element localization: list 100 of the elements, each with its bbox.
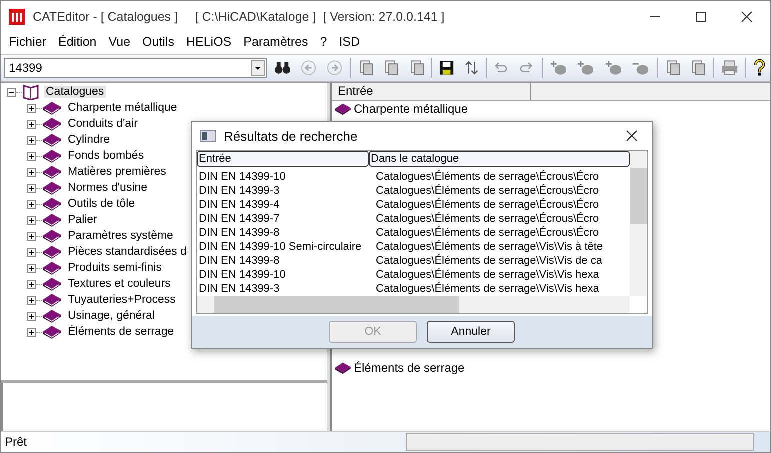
- column-header[interactable]: Dans le catalogue: [369, 151, 630, 167]
- table-cell-text: DIN EN 14399-3: [198, 282, 281, 296]
- table-cell-text: DIN EN 14399-10 Semi-circulaire: [198, 240, 363, 254]
- tree-item[interactable]: Outils de tôle: [66, 198, 138, 210]
- menu-item[interactable]: ISD: [333, 35, 366, 49]
- book-icon: [42, 228, 62, 244]
- expand-icon[interactable]: [27, 152, 36, 160]
- book-icon: [42, 260, 62, 276]
- expand-icon[interactable]: [27, 184, 36, 192]
- book-icon: [42, 292, 62, 308]
- tree-item[interactable]: Textures et couleurs: [66, 278, 173, 290]
- book-icon: [42, 196, 62, 212]
- table-cell-text: Catalogues\Éléments de serrage\Écrous\Écro: [375, 212, 600, 226]
- book-icon: [42, 180, 62, 196]
- status-text: Prêt: [4, 435, 28, 449]
- expand-icon[interactable]: [27, 312, 36, 320]
- expand-icon[interactable]: [27, 232, 36, 240]
- sort-icon[interactable]: [464, 60, 479, 76]
- add-icon[interactable]: [577, 60, 595, 76]
- add-icon[interactable]: [550, 60, 568, 76]
- book-icon: [42, 164, 62, 180]
- tree-item[interactable]: Éléments de serrage: [66, 326, 176, 338]
- table-cell-text: DIN EN 14399-8: [198, 254, 281, 268]
- close-icon[interactable]: [741, 10, 753, 22]
- open-book-icon: [22, 84, 40, 100]
- tree-item[interactable]: Cylindre: [66, 134, 112, 146]
- table-cell-text: DIN EN 14399-4: [198, 198, 281, 212]
- table-cell-text: DIN EN 14399-7: [198, 212, 281, 226]
- menu-item[interactable]: Vue: [102, 35, 137, 49]
- table-cell-text: DIN EN 14399-10: [198, 268, 287, 282]
- app-icon: [9, 8, 25, 24]
- print-icon[interactable]: [720, 60, 738, 76]
- book-icon: [42, 100, 62, 116]
- menu-item[interactable]: Édition: [52, 35, 103, 49]
- table-cell-text: Catalogues\Éléments de serrage\Écrous\Écro: [375, 170, 600, 184]
- menu-item[interactable]: Paramètres: [238, 35, 314, 49]
- search-input[interactable]: 14399: [5, 61, 251, 75]
- expand-icon[interactable]: [27, 328, 36, 336]
- table-cell-text: DIN EN 14399-8: [198, 226, 281, 240]
- expand-icon[interactable]: [27, 248, 36, 256]
- close-icon[interactable]: [626, 130, 638, 142]
- menu-item[interactable]: ?: [314, 35, 334, 49]
- expand-icon[interactable]: [27, 216, 36, 224]
- tree-item[interactable]: Palier: [66, 214, 100, 226]
- vertical-scrollbar[interactable]: [630, 151, 647, 296]
- horizontal-scrollbar[interactable]: [197, 296, 630, 313]
- expand-icon[interactable]: [27, 104, 36, 112]
- tree-item[interactable]: Pièces standardisées d: [66, 246, 189, 258]
- tree-item[interactable]: Paramètres système: [66, 230, 176, 242]
- expand-icon[interactable]: [27, 296, 36, 304]
- book-icon: [42, 132, 62, 148]
- book-icon: [42, 116, 62, 132]
- menu-item[interactable]: HELiOS: [180, 35, 238, 49]
- dialog-title: Résultats de recherche: [224, 128, 359, 144]
- save-icon[interactable]: [439, 60, 455, 76]
- expand-icon[interactable]: [27, 168, 36, 176]
- book-icon: [42, 324, 62, 340]
- tree-item[interactable]: Usinage, général: [66, 310, 157, 322]
- table-cell-text: Catalogues\Éléments de serrage\Vis\Vis à tête: [375, 240, 604, 254]
- collapse-icon[interactable]: [7, 88, 16, 96]
- book-icon: [42, 308, 62, 324]
- tree-item[interactable]: Normes d'usine: [66, 182, 150, 194]
- maximize-icon[interactable]: [695, 10, 707, 22]
- tree-item[interactable]: Conduits d'air: [66, 118, 140, 130]
- expand-icon[interactable]: [27, 264, 36, 272]
- table-cell-text: DIN EN 14399-10: [198, 170, 287, 184]
- tree-item[interactable]: Matières premières: [66, 166, 168, 178]
- tree-item[interactable]: Produits semi-finis: [66, 262, 164, 274]
- window-title: CATEditor - [ Catalogues ] [ C:\HiCAD\Kataloge ] [ Version: 27.0.0.141 ]: [33, 10, 446, 24]
- expand-icon[interactable]: [27, 200, 36, 208]
- expand-icon[interactable]: [27, 120, 36, 128]
- book-icon: [42, 276, 62, 292]
- table-cell-text: Catalogues\Éléments de serrage\Écrous\Écro: [375, 226, 600, 240]
- table-cell-text: Catalogues\Éléments de serrage\Écrous\Écro: [375, 198, 600, 212]
- expand-icon[interactable]: [27, 280, 36, 288]
- menu-item[interactable]: Fichier: [3, 35, 53, 49]
- table-cell-text: Catalogues\Éléments de serrage\Vis\Vis hexa: [375, 268, 600, 282]
- table-cell-text: Catalogues\Éléments de serrage\Vis\Vis de ca: [375, 254, 604, 268]
- expand-icon[interactable]: [27, 136, 36, 144]
- book-icon: [334, 360, 352, 374]
- copy-icon[interactable]: [664, 60, 680, 76]
- document-icon[interactable]: [383, 60, 399, 76]
- table-cell-text: Catalogues\Éléments de serrage\Vis\Vis hexa: [375, 282, 600, 296]
- column-header[interactable]: Entrée: [197, 151, 369, 167]
- list-item[interactable]: Charpente métallique: [354, 102, 468, 116]
- tree-item[interactable]: Charpente métallique: [66, 102, 180, 114]
- list-item[interactable]: Éléments de serrage: [354, 360, 465, 374]
- tree-item[interactable]: Catalogues: [44, 86, 106, 98]
- tree-item[interactable]: Fonds bombés: [66, 150, 146, 162]
- menu-item[interactable]: Outils: [136, 35, 180, 49]
- book-icon: [334, 102, 352, 116]
- help-icon[interactable]: [753, 59, 767, 77]
- table-cell-text: Catalogues\Éléments de serrage\Écrous\Écro: [375, 184, 600, 198]
- add-icon[interactable]: [604, 60, 622, 76]
- search-combo[interactable]: 14399: [4, 58, 267, 78]
- book-icon: [42, 212, 62, 228]
- tree-item[interactable]: Tuyauteries+Process: [66, 294, 178, 306]
- book-icon: [42, 244, 62, 260]
- binoculars-icon[interactable]: [274, 60, 292, 76]
- dialog-button[interactable]: Annuler: [427, 321, 515, 343]
